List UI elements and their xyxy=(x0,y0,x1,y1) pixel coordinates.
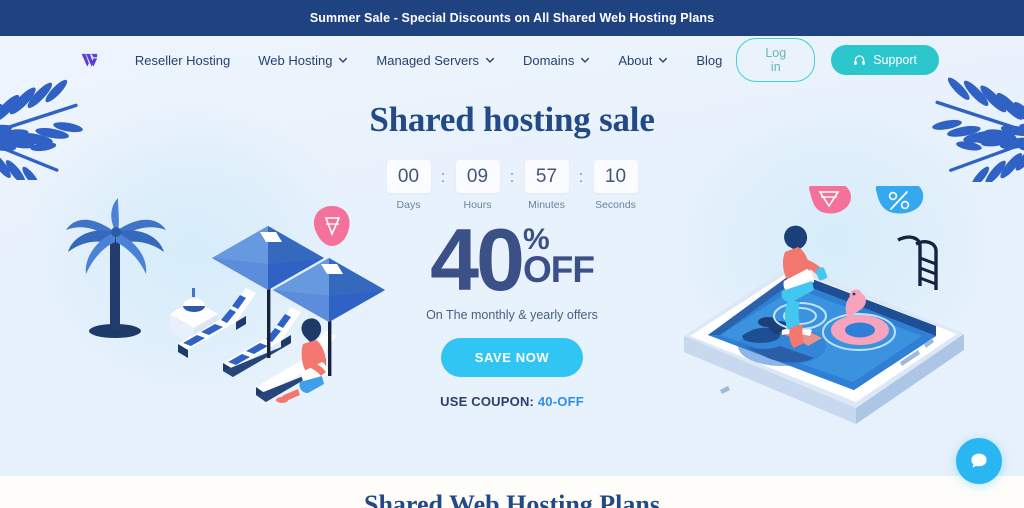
nav-label: Managed Servers xyxy=(376,52,480,68)
plans-section: Shared Web Hosting Plans xyxy=(0,476,1024,508)
headset-icon xyxy=(854,54,866,65)
countdown-value-minutes: 57 xyxy=(524,160,569,193)
page-title: Shared hosting sale xyxy=(369,100,655,139)
support-label: Support xyxy=(873,53,917,67)
nav-label: Domains xyxy=(523,52,575,68)
nav-item-domains[interactable]: Domains xyxy=(509,49,604,72)
nav-item-web-hosting[interactable]: Web Hosting xyxy=(244,49,362,72)
hero-section: Reseller Hosting Web Hosting Managed Ser… xyxy=(0,36,1024,476)
discount-number: 40 xyxy=(430,210,525,309)
countdown-value-seconds: 10 xyxy=(593,160,638,193)
nav-actions: Log in Support xyxy=(736,38,939,82)
nav-item-reseller-hosting[interactable]: Reseller Hosting xyxy=(121,49,244,72)
nav-label: Web Hosting xyxy=(258,52,333,68)
hero-content: Shared hosting sale 00 Days : 09 Hours :… xyxy=(302,100,722,409)
palm-tree xyxy=(66,198,166,338)
save-now-button[interactable]: SAVE NOW xyxy=(440,338,584,378)
countdown-label-seconds: Seconds xyxy=(595,199,636,211)
login-button[interactable]: Log in xyxy=(736,38,816,82)
page-root: Summer Sale - Special Discounts on All S… xyxy=(0,0,1024,508)
coupon-prefix: USE COUPON: xyxy=(440,394,535,410)
chat-widget-button[interactable] xyxy=(956,438,1002,484)
chevron-down-icon xyxy=(581,57,590,63)
brand-logo[interactable] xyxy=(80,45,99,75)
countdown-label-days: Days xyxy=(396,199,421,211)
badge-blue-percent xyxy=(875,186,924,214)
badge-pink xyxy=(809,186,851,214)
plans-heading: Shared Web Hosting Plans xyxy=(364,490,660,508)
palm-leaf-decoration-right xyxy=(932,77,1024,182)
nav-label: About xyxy=(618,52,653,68)
countdown-unit-days: 00 Days xyxy=(384,160,434,211)
nav-label: Reseller Hosting xyxy=(134,52,231,68)
countdown-unit-minutes: 57 Minutes xyxy=(522,160,572,211)
countdown-label-minutes: Minutes xyxy=(528,199,565,211)
support-button[interactable]: Support xyxy=(831,45,939,75)
countdown-value-days: 00 xyxy=(386,160,431,193)
nav-item-about[interactable]: About xyxy=(604,49,682,72)
announcement-text: Summer Sale - Special Discounts on All S… xyxy=(309,11,715,25)
coupon-code: 40-OFF xyxy=(537,394,584,410)
pool-ladder xyxy=(897,235,938,290)
chevron-down-icon xyxy=(486,57,495,63)
countdown-timer: 00 Days : 09 Hours : 57 Minutes : 10 Sec… xyxy=(302,160,722,211)
smartphone-pool xyxy=(684,235,964,424)
countdown-separator: : xyxy=(509,167,515,186)
main-navigation: Reseller Hosting Web Hosting Managed Ser… xyxy=(0,36,1024,84)
nav-links: Reseller Hosting Web Hosting Managed Ser… xyxy=(121,49,737,72)
nav-item-blog[interactable]: Blog xyxy=(682,49,736,72)
chevron-down-icon xyxy=(339,57,348,63)
discount-suffix: % OFF xyxy=(522,225,595,290)
countdown-separator: : xyxy=(440,167,446,186)
discount-display: 40 % OFF xyxy=(302,210,722,309)
countdown-unit-seconds: 10 Seconds xyxy=(591,160,641,211)
countdown-unit-hours: 09 Hours xyxy=(453,160,503,211)
announcement-bar: Summer Sale - Special Discounts on All S… xyxy=(0,0,1024,36)
chat-bubble-icon xyxy=(971,453,987,468)
offer-subtitle: On The monthly & yearly offers xyxy=(426,308,598,323)
chevron-down-icon xyxy=(659,57,668,63)
nav-label: Blog xyxy=(696,52,723,68)
countdown-value-hours: 09 xyxy=(455,160,500,193)
countdown-separator: : xyxy=(578,167,584,186)
coupon-line: USE COUPON: 40-OFF xyxy=(302,394,722,409)
discount-off-text: OFF xyxy=(522,249,595,290)
palm-leaf-decoration-left xyxy=(0,79,83,180)
nav-item-managed-servers[interactable]: Managed Servers xyxy=(362,49,509,72)
